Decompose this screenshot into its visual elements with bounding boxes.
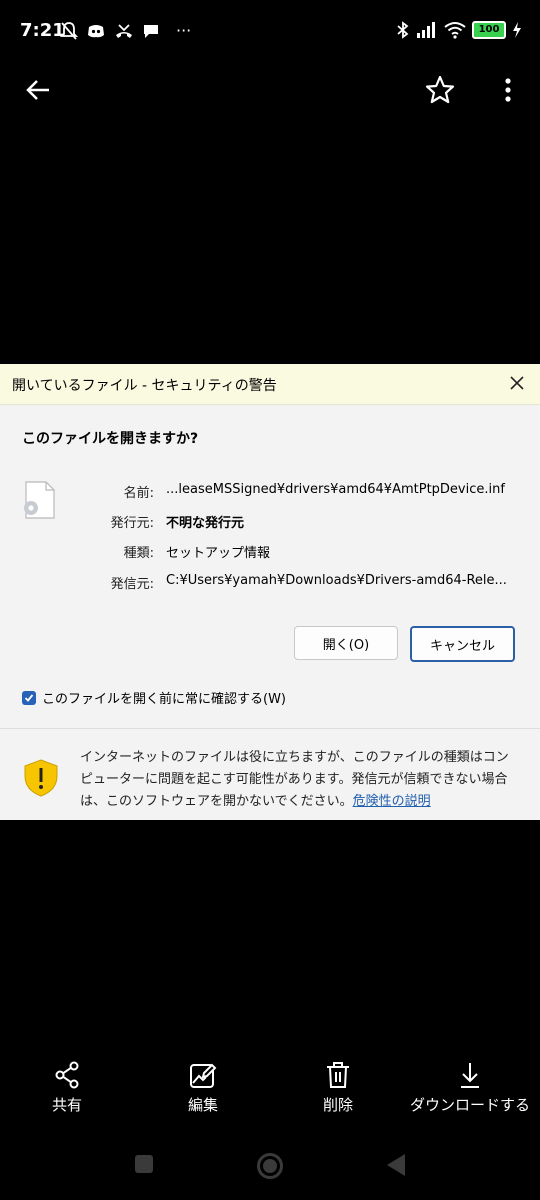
warning-message: インターネットのファイルは役に立ちますが、このファイルの種類はコンピューターに問… — [80, 747, 520, 813]
source-value: C:¥Users¥yamah¥Downloads¥Drivers-amd64-R… — [166, 573, 507, 588]
warning-shield-icon — [22, 758, 60, 802]
bluetooth-icon — [397, 21, 409, 39]
dialog-close-button — [506, 372, 528, 394]
edit-label: 編集 — [187, 1096, 218, 1114]
cancel-button: キャンセル — [410, 626, 515, 662]
back-button[interactable] — [20, 72, 56, 108]
favorite-button[interactable] — [422, 72, 458, 108]
publisher-value: 不明な発行元 — [166, 516, 245, 531]
trash-icon — [323, 1060, 353, 1090]
status-bar: 7:21 ··· 100 — [0, 0, 540, 64]
wifi-icon — [444, 22, 466, 39]
delete-button[interactable]: 削除 — [315, 1060, 361, 1115]
edit-button[interactable]: 編集 — [180, 1060, 226, 1115]
danger-explanation-link: 危険性の説明 — [352, 794, 431, 809]
always-ask-label: このファイルを開く前に常に確認する(W) — [42, 692, 286, 707]
share-button[interactable]: 共有 — [44, 1060, 90, 1115]
recents-square-icon — [135, 1155, 153, 1173]
star-icon — [425, 75, 455, 104]
share-label: 共有 — [51, 1096, 82, 1114]
status-time: 7:21 — [20, 20, 65, 41]
back-arrow-icon — [26, 80, 49, 100]
screenshot-image: 開いているファイル - セキュリティの警告 このファイルを開きますか? 名前: … — [0, 364, 540, 820]
bell-off-icon — [60, 22, 78, 40]
download-icon — [455, 1060, 485, 1090]
download-button[interactable]: ダウンロードする — [400, 1060, 540, 1115]
home-button[interactable] — [256, 1152, 284, 1184]
back-nav-button[interactable] — [384, 1152, 408, 1182]
delete-label: 削除 — [322, 1096, 353, 1114]
recents-button[interactable] — [132, 1152, 156, 1180]
edit-image-icon — [188, 1060, 218, 1090]
download-label: ダウンロードする — [409, 1096, 530, 1114]
dialog-divider — [0, 728, 540, 729]
back-triangle-icon — [387, 1154, 405, 1176]
home-circle-icon — [257, 1153, 283, 1179]
source-label: 発信元: — [110, 577, 154, 592]
name-label: 名前: — [123, 486, 154, 501]
warning-text: インターネットのファイルは役に立ちますが、このファイルの種類はコンピューターに問… — [80, 750, 509, 809]
publisher-label: 発行元: — [110, 516, 154, 531]
discord-icon — [88, 25, 104, 38]
signal-icon — [417, 22, 435, 38]
dialog-title: 開いているファイル - セキュリティの警告 — [12, 378, 277, 394]
dialog-title-bar: 開いているファイル - セキュリティの警告 — [0, 364, 540, 405]
file-icon — [20, 480, 58, 524]
chat-bubble-icon — [144, 25, 158, 38]
close-icon — [510, 376, 524, 390]
checkmark-icon — [24, 693, 34, 702]
share-icon — [52, 1060, 82, 1090]
more-vertical-icon — [505, 78, 511, 102]
always-ask-checkbox — [22, 690, 36, 705]
always-ask-checkbox-row: このファイルを開く前に常に確認する(W) — [22, 688, 286, 707]
type-value: セットアップ情報 — [166, 546, 271, 561]
type-label: 種類: — [123, 546, 154, 561]
name-value: ...leaseMSSigned¥drivers¥amd64¥AmtPtpDev… — [166, 482, 505, 497]
status-icons-left: ··· — [60, 21, 191, 41]
dialog-question: このファイルを開きますか? — [22, 431, 199, 447]
missed-call-icon — [116, 24, 132, 38]
battery-icon: 100 — [472, 21, 506, 39]
more-options-button[interactable] — [490, 72, 526, 108]
charging-icon — [513, 22, 521, 38]
more-notifications-icon: ··· — [176, 21, 192, 40]
status-icons-right: 100 — [396, 20, 522, 40]
open-button: 開く(O) — [294, 626, 398, 660]
